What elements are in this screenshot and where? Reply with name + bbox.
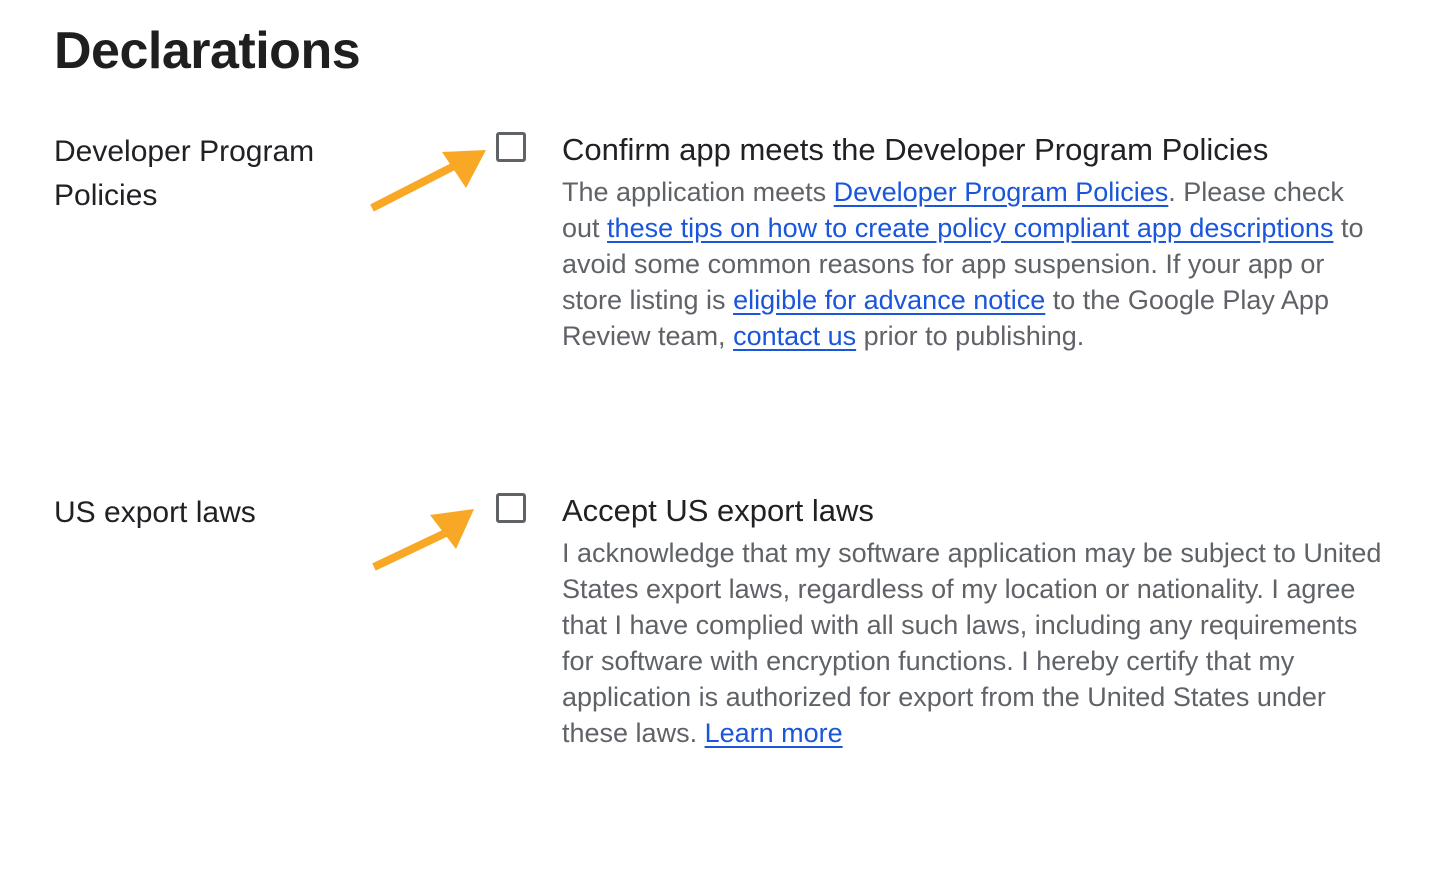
desc-text: I acknowledge that my software applicati… <box>562 538 1382 748</box>
developer-policies-section: Developer Program Policies Confirm app m… <box>0 128 1438 408</box>
us-export-laws-section: US export laws Accept US export laws I a… <box>0 489 1438 769</box>
desc-text: prior to publishing. <box>856 321 1085 351</box>
learn-more-link[interactable]: Learn more <box>705 718 843 748</box>
desc-text: The application meets <box>562 177 834 207</box>
export-laws-description: I acknowledge that my software applicati… <box>562 535 1382 751</box>
advance-notice-link[interactable]: eligible for advance notice <box>733 285 1045 315</box>
confirm-policies-checkbox[interactable] <box>496 132 526 162</box>
accept-export-laws-title: Accept US export laws <box>562 493 874 528</box>
section-label-us-export-laws: US export laws <box>54 496 256 529</box>
developer-program-policies-link[interactable]: Developer Program Policies <box>834 177 1169 207</box>
policies-description: The application meets Developer Program … <box>562 174 1382 354</box>
page-title: Declarations <box>54 22 361 80</box>
accept-export-laws-checkbox[interactable] <box>496 493 526 523</box>
section-label-developer-policies: Developer Program Policies <box>54 135 315 212</box>
policy-tips-link[interactable]: these tips on how to create policy compl… <box>607 213 1333 243</box>
arrow-icon <box>370 150 486 212</box>
policies-content: Confirm app meets the Developer Program … <box>562 128 1382 354</box>
arrow-icon <box>372 509 474 571</box>
export-laws-content: Accept US export laws I acknowledge that… <box>562 489 1382 751</box>
contact-us-link[interactable]: contact us <box>733 321 856 351</box>
confirm-policies-title: Confirm app meets the Developer Program … <box>562 132 1269 167</box>
